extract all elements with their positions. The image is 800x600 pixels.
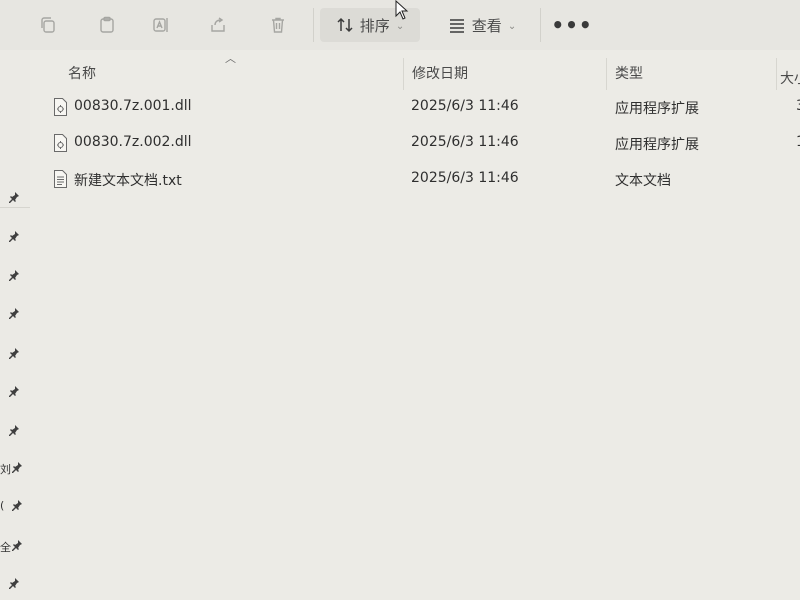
navigation-pane: [0, 50, 30, 600]
sidebar-item-label[interactable]: (: [0, 499, 4, 512]
column-divider[interactable]: [606, 58, 607, 90]
file-type: 应用程序扩展: [615, 137, 699, 153]
pin-icon[interactable]: [9, 578, 21, 590]
file-size: 3: [796, 98, 800, 114]
sidebar-item-label[interactable]: 刘: [0, 461, 11, 477]
file-row[interactable]: 00830.7z.002.dll 2025/6/3 11:46 应用程序扩展 1: [30, 128, 800, 162]
pin-icon[interactable]: [9, 270, 21, 282]
view-label: 查看: [471, 16, 502, 35]
pin-icon[interactable]: [9, 386, 21, 398]
paste-button[interactable]: [92, 8, 122, 42]
toolbar-separator: [540, 8, 541, 42]
view-button[interactable]: 查看 ⌄: [432, 8, 532, 42]
delete-icon: [272, 17, 284, 33]
column-header-type[interactable]: 类型: [615, 63, 643, 83]
dll-file-icon: [54, 134, 67, 152]
file-type: 文本文档: [615, 173, 671, 189]
column-header-size[interactable]: 大小: [780, 68, 800, 88]
column-header-name[interactable]: 名称: [68, 63, 96, 83]
pin-icon[interactable]: [9, 308, 21, 320]
column-divider[interactable]: [403, 58, 404, 90]
column-header-date[interactable]: 修改日期: [412, 63, 468, 83]
pin-icon[interactable]: [12, 540, 24, 552]
pin-icon[interactable]: [9, 425, 21, 437]
sidebar-item-label[interactable]: 全: [0, 539, 11, 555]
text-file-icon: [54, 170, 67, 188]
pin-icon[interactable]: [9, 192, 21, 204]
file-row[interactable]: 新建文本文档.txt 2025/6/3 11:46 文本文档: [30, 164, 800, 198]
more-options-button[interactable]: •••: [551, 8, 593, 42]
file-row[interactable]: 00830.7z.001.dll 2025/6/3 11:46 应用程序扩展 3: [30, 92, 800, 126]
paste-icon: [100, 16, 114, 33]
more-label: •••: [551, 13, 593, 37]
file-name: 新建文本文档.txt: [74, 173, 182, 189]
toolbar-separator: [313, 8, 314, 42]
column-divider[interactable]: [776, 58, 777, 90]
file-name: 00830.7z.001.dll: [74, 98, 192, 114]
share-button[interactable]: [203, 8, 233, 42]
copy-icon: [41, 17, 55, 33]
delete-button[interactable]: [263, 8, 293, 42]
file-name: 00830.7z.002.dll: [74, 134, 192, 150]
file-type: 应用程序扩展: [615, 101, 699, 117]
pin-icon[interactable]: [12, 462, 24, 474]
view-icon: [449, 19, 464, 33]
chevron-down-icon: ⌄: [507, 20, 517, 32]
chevron-down-icon: ⌄: [395, 20, 405, 32]
pin-icon[interactable]: [12, 500, 24, 512]
sort-ascending-icon: ︿: [225, 52, 236, 65]
sort-label: 排序: [359, 16, 390, 35]
sidebar-divider: [0, 207, 30, 208]
sort-icon: [337, 17, 353, 33]
pin-icon[interactable]: [9, 348, 21, 360]
mouse-cursor-icon: [395, 0, 409, 20]
file-size: 1: [796, 134, 800, 150]
file-date: 2025/6/3 11:46: [411, 170, 519, 186]
rename-button[interactable]: [146, 8, 176, 42]
share-icon: [211, 17, 225, 32]
dll-file-icon: [54, 98, 67, 116]
pin-icon[interactable]: [9, 231, 21, 243]
column-header-row: ︿ 名称 修改日期 类型 大小: [30, 52, 800, 90]
copy-button[interactable]: [33, 8, 63, 42]
file-date: 2025/6/3 11:46: [411, 134, 519, 150]
file-date: 2025/6/3 11:46: [411, 98, 519, 114]
rename-icon: [153, 18, 168, 32]
